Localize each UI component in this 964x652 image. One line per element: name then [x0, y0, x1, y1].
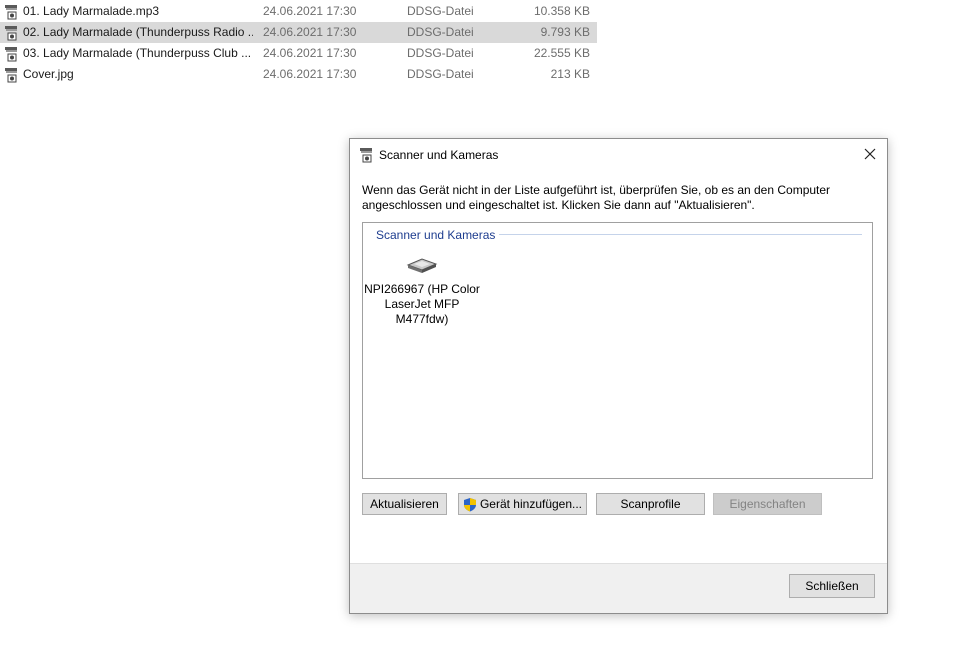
- scan-profiles-button-label: Scanprofile: [620, 497, 681, 511]
- close-button[interactable]: [853, 139, 887, 169]
- refresh-button-label: Aktualisieren: [370, 497, 439, 511]
- file-date: 24.06.2021 17:30: [263, 67, 357, 81]
- scanner-dialog: Scanner und Kameras Wenn das Gerät nicht…: [349, 138, 888, 614]
- scanner-file-icon: [5, 26, 17, 41]
- scanner-file-icon: [5, 47, 17, 62]
- add-device-button[interactable]: Gerät hinzufügen...: [458, 493, 587, 515]
- description-text: Wenn das Gerät nicht in der Liste aufgef…: [362, 183, 831, 212]
- scanner-icon: [360, 148, 372, 163]
- file-row-selected[interactable]: 02. Lady Marmalade (Thunderpuss Radio ..…: [0, 22, 597, 43]
- file-name: 03. Lady Marmalade (Thunderpuss Club ...: [23, 46, 252, 60]
- device-list[interactable]: Scanner und Kameras NPI266967 (HP Color …: [362, 222, 873, 479]
- file-row[interactable]: 03. Lady Marmalade (Thunderpuss Club ...…: [0, 43, 600, 64]
- scanner-file-icon: [5, 5, 17, 20]
- file-name: 01. Lady Marmalade.mp3: [23, 4, 160, 18]
- file-list: 01. Lady Marmalade.mp3 24.06.2021 17:30 …: [0, 1, 600, 85]
- dialog-footer: Schließen: [350, 563, 887, 613]
- properties-button-label: Eigenschaften: [729, 497, 806, 511]
- close-dialog-button-label: Schließen: [805, 579, 859, 593]
- file-size: 213 KB: [550, 67, 590, 81]
- close-icon: [864, 148, 876, 160]
- flatbed-scanner-icon: [406, 258, 438, 273]
- file-size: 22.555 KB: [533, 46, 590, 60]
- shield-icon: [463, 497, 476, 511]
- scan-profiles-button[interactable]: Scanprofile: [596, 493, 705, 515]
- group-header: Scanner und Kameras: [376, 228, 500, 242]
- file-size: 9.793 KB: [540, 25, 590, 39]
- file-type: DDSG-Datei: [407, 46, 474, 60]
- title-bar[interactable]: Scanner und Kameras: [350, 139, 887, 169]
- close-dialog-button[interactable]: Schließen: [789, 574, 875, 598]
- dialog-title: Scanner und Kameras: [379, 148, 499, 162]
- file-date: 24.06.2021 17:30: [263, 25, 357, 39]
- device-item[interactable]: NPI266967 (HP Color LaserJet MFP M477fdw…: [363, 257, 481, 327]
- scanner-file-icon: [5, 68, 17, 83]
- file-row[interactable]: Cover.jpg 24.06.2021 17:30 DDSG-Datei 21…: [0, 64, 600, 85]
- add-device-button-label: Gerät hinzufügen...: [479, 497, 583, 511]
- file-type: DDSG-Datei: [407, 4, 474, 18]
- file-name: Cover.jpg: [23, 67, 74, 81]
- file-date: 24.06.2021 17:30: [263, 46, 357, 60]
- file-row[interactable]: 01. Lady Marmalade.mp3 24.06.2021 17:30 …: [0, 1, 600, 22]
- device-label: NPI266967 (HP Color LaserJet MFP M477fdw…: [364, 282, 480, 326]
- file-type: DDSG-Datei: [407, 67, 474, 81]
- refresh-button[interactable]: Aktualisieren: [362, 493, 447, 515]
- file-name: 02. Lady Marmalade (Thunderpuss Radio ..…: [23, 25, 253, 39]
- file-size: 10.358 KB: [533, 4, 590, 18]
- file-date: 24.06.2021 17:30: [263, 4, 357, 18]
- group-divider: [493, 234, 862, 235]
- properties-button[interactable]: Eigenschaften: [713, 493, 822, 515]
- file-type: DDSG-Datei: [407, 25, 474, 39]
